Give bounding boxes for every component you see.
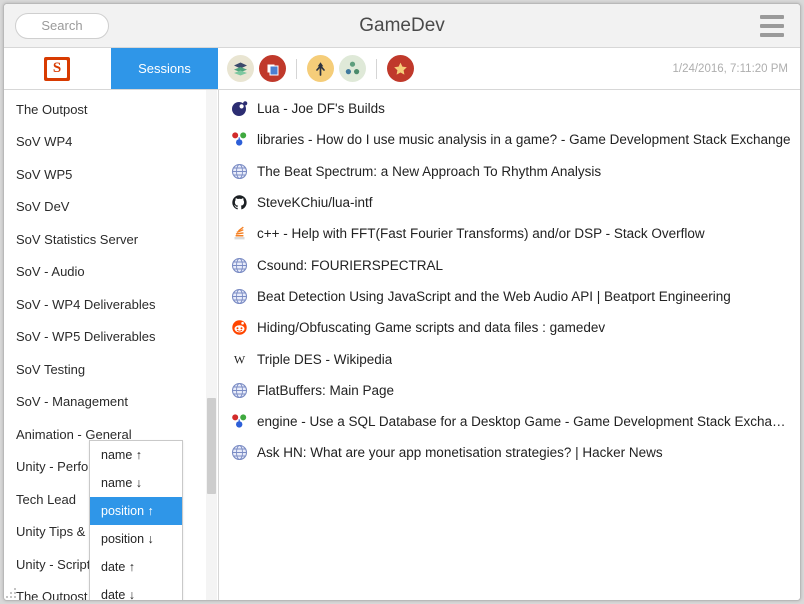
- sidebar-scrollbar-thumb[interactable]: [207, 398, 216, 494]
- sidebar-item-label: SoV - WP5 Deliverables: [16, 329, 156, 345]
- tab-sessions[interactable]: Sessions: [111, 48, 218, 89]
- hamburger-bar: [760, 14, 784, 19]
- svg-text:W: W: [233, 352, 245, 366]
- list-item[interactable]: Beat Detection Using JavaScript and the …: [219, 281, 800, 312]
- list-item[interactable]: libraries - How do I use music analysis …: [219, 124, 800, 155]
- reddit-icon: [230, 319, 248, 337]
- link-list: Lua - Joe DF's Builds libraries - How do…: [219, 90, 800, 600]
- list-item-title: Csound: FOURIERSPECTRAL: [257, 257, 444, 273]
- sidebar-item-label: SoV - WP4 Deliverables: [16, 296, 156, 312]
- list-item[interactable]: Hiding/Obfuscating Game scripts and data…: [219, 312, 800, 343]
- recycle-icon[interactable]: [339, 55, 366, 82]
- merge-arrow-icon[interactable]: [307, 55, 334, 82]
- toolbar: S Sessions 1/24/2016, 7:11:20 PM: [4, 48, 800, 90]
- resize-grip-icon[interactable]: [6, 588, 16, 598]
- list-item-title: SteveKChiu/lua-intf: [257, 195, 373, 211]
- globe-icon: [230, 381, 248, 399]
- sort-option-label: position ↑: [101, 504, 154, 518]
- page-title: GameDev: [359, 14, 445, 36]
- github-icon: [230, 194, 248, 212]
- sidebar-item-label: SoV WP4: [16, 134, 73, 150]
- list-item-title: Triple DES - Wikipedia: [257, 351, 393, 367]
- list-item-title: libraries - How do I use music analysis …: [257, 132, 791, 148]
- sort-option-date-asc[interactable]: date ↑: [90, 553, 182, 581]
- copy-pages-icon[interactable]: [259, 55, 286, 82]
- sidebar-item-sov-wp4-deliverables[interactable]: SoV - WP4 Deliverables: [4, 288, 218, 321]
- sidebar-item-label: SoV - Management: [16, 394, 129, 410]
- sidebar-item-label: SoV WP5: [16, 166, 73, 182]
- list-item-title: Beat Detection Using JavaScript and the …: [257, 288, 731, 304]
- list-item-title: engine - Use a SQL Database for a Deskto…: [257, 414, 792, 430]
- title-bar: Search GameDev: [4, 4, 800, 48]
- sort-option-name-asc[interactable]: name ↑: [90, 441, 182, 469]
- list-item[interactable]: Lua - Joe DF's Builds: [219, 93, 800, 124]
- sort-option-position-desc[interactable]: position ↓: [90, 525, 182, 553]
- sort-option-name-desc[interactable]: name ↓: [90, 469, 182, 497]
- hamburger-bar: [760, 32, 784, 37]
- list-item[interactable]: SteveKChiu/lua-intf: [219, 187, 800, 218]
- timestamp-label: 1/24/2016, 7:11:20 PM: [672, 62, 788, 75]
- sidebar-item-label: The Outpost: [16, 101, 88, 117]
- globe-icon: [230, 444, 248, 462]
- globe-icon: [230, 162, 248, 180]
- list-item-title: Lua - Joe DF's Builds: [257, 101, 385, 117]
- sidebar-item-label: SoV DeV: [16, 199, 70, 215]
- list-item-title: The Beat Spectrum: a New Approach To Rhy…: [257, 163, 602, 179]
- sort-dropdown-menu[interactable]: name ↑ name ↓ position ↑ position ↓ date…: [89, 440, 183, 601]
- sidebar-item-sov-dev[interactable]: SoV DeV: [4, 191, 218, 224]
- stackoverflow-icon: [230, 225, 248, 243]
- sort-option-label: name ↓: [101, 476, 142, 490]
- sort-option-label: date ↑: [101, 560, 136, 574]
- sidebar-item-sov-audio[interactable]: SoV - Audio: [4, 256, 218, 289]
- tool-icon-group: [218, 48, 414, 89]
- tab-sway-app[interactable]: S: [4, 48, 111, 89]
- hamburger-icon[interactable]: [760, 14, 784, 37]
- application-window: Search GameDev S Sessions 1/24/2016, 7:1…: [3, 3, 801, 601]
- sort-option-label: position ↓: [101, 532, 154, 546]
- tab-sessions-label: Sessions: [138, 61, 191, 76]
- stackexchange-gamedev-icon: [230, 131, 248, 149]
- sidebar-item-sov-statistics-server[interactable]: SoV Statistics Server: [4, 223, 218, 256]
- sidebar-item-label: SoV Statistics Server: [16, 231, 139, 247]
- lua-icon: [230, 100, 248, 118]
- list-item[interactable]: Ask HN: What are your app monetisation s…: [219, 437, 800, 468]
- body: The Outpost SoV WP4 SoV WP5 SoV DeV SoV …: [4, 90, 800, 600]
- sway-icon: S: [44, 56, 70, 81]
- list-item[interactable]: FlatBuffers: Main Page: [219, 375, 800, 406]
- sort-option-date-desc[interactable]: date ↓: [90, 581, 182, 601]
- sidebar-item-the-outpost[interactable]: The Outpost: [4, 93, 218, 126]
- sidebar-scrollbar[interactable]: [206, 90, 217, 600]
- sidebar-item-label: SoV Testing: [16, 361, 86, 377]
- sidebar-item-sov-wp5-deliverables[interactable]: SoV - WP5 Deliverables: [4, 321, 218, 354]
- list-item[interactable]: c++ - Help with FFT(Fast Fourier Transfo…: [219, 218, 800, 249]
- star-icon[interactable]: [387, 55, 414, 82]
- sidebar-item-label: Tech Lead: [16, 491, 76, 507]
- list-item-title: Ask HN: What are your app monetisation s…: [257, 445, 663, 461]
- sort-option-label: date ↓: [101, 588, 136, 601]
- search-input[interactable]: Search: [15, 12, 109, 39]
- list-item[interactable]: Csound: FOURIERSPECTRAL: [219, 249, 800, 280]
- sort-option-position-asc[interactable]: position ↑: [90, 497, 182, 525]
- stackexchange-gamedev-icon: [230, 413, 248, 431]
- globe-icon: [230, 287, 248, 305]
- sidebar-item-label: SoV - Audio: [16, 264, 85, 280]
- list-item[interactable]: W Triple DES - Wikipedia: [219, 343, 800, 374]
- list-item[interactable]: engine - Use a SQL Database for a Deskto…: [219, 406, 800, 437]
- sidebar-item-sov-testing[interactable]: SoV Testing: [4, 353, 218, 386]
- sidebar-item-sov-wp4[interactable]: SoV WP4: [4, 126, 218, 159]
- sidebar-item-sov-wp5[interactable]: SoV WP5: [4, 158, 218, 191]
- list-item-title: c++ - Help with FFT(Fast Fourier Transfo…: [257, 226, 705, 242]
- sort-option-label: name ↑: [101, 448, 142, 462]
- toolbar-separator: [376, 58, 377, 79]
- list-item[interactable]: The Beat Spectrum: a New Approach To Rhy…: [219, 156, 800, 187]
- toolbar-separator: [296, 58, 297, 79]
- globe-icon: [230, 256, 248, 274]
- list-item-title: Hiding/Obfuscating Game scripts and data…: [257, 320, 606, 336]
- wikipedia-icon: W: [230, 350, 248, 368]
- hamburger-bar: [760, 23, 784, 28]
- sidebar-item-sov-management[interactable]: SoV - Management: [4, 386, 218, 419]
- list-item-title: FlatBuffers: Main Page: [257, 382, 395, 398]
- layers-icon[interactable]: [227, 55, 254, 82]
